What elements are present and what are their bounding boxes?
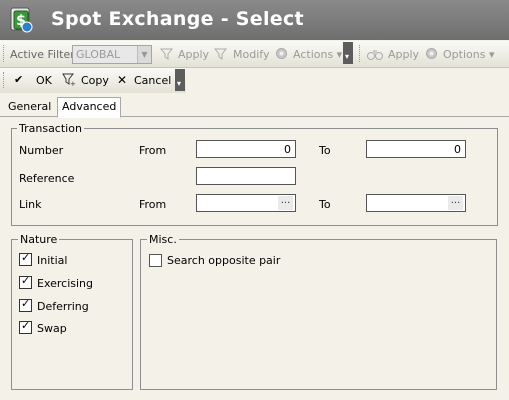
number-to-label: To bbox=[319, 144, 331, 157]
modify-filter-button[interactable]: Modify bbox=[233, 48, 269, 61]
svg-text:+: + bbox=[70, 80, 76, 87]
number-label: Number bbox=[19, 144, 64, 157]
gear-icon bbox=[276, 48, 287, 59]
deferring-checkbox[interactable]: ✓ bbox=[19, 297, 32, 312]
initial-label: Initial bbox=[37, 254, 68, 267]
number-from-label: From bbox=[139, 144, 167, 157]
active-filter-value: GLOBAL bbox=[76, 48, 121, 61]
check-icon: ✓ bbox=[21, 297, 31, 310]
toolbar-overflow-button[interactable]: ▾ bbox=[343, 42, 353, 64]
filter-apply-icon bbox=[160, 48, 174, 60]
nature-legend: Nature bbox=[18, 233, 60, 246]
copy-filter-icon: + bbox=[62, 73, 76, 87]
filter-modify-icon bbox=[214, 48, 228, 60]
actions-label: Actions bbox=[293, 48, 334, 61]
exercising-label: Exercising bbox=[37, 277, 94, 290]
apply-filter-button[interactable]: Apply bbox=[178, 48, 209, 61]
close-icon: ✕ bbox=[117, 73, 128, 87]
toolbar-grip[interactable] bbox=[3, 72, 7, 88]
search-opposite-checkbox[interactable] bbox=[149, 254, 162, 267]
link-to-input[interactable]: ... bbox=[366, 194, 466, 212]
tab-general[interactable]: General bbox=[4, 98, 55, 115]
check-icon: ✓ bbox=[21, 319, 31, 332]
number-from-value: 0 bbox=[284, 143, 291, 156]
swap-label: Swap bbox=[37, 322, 67, 335]
link-from-input[interactable]: ... bbox=[196, 194, 296, 212]
active-filter-select[interactable]: GLOBAL ▼ bbox=[72, 45, 152, 64]
misc-legend: Misc. bbox=[147, 233, 179, 246]
search-opposite-label: Search opposite pair bbox=[167, 254, 281, 267]
deferring-label: Deferring bbox=[37, 300, 89, 313]
ellipsis-button[interactable]: ... bbox=[448, 196, 463, 210]
binoculars-icon bbox=[367, 50, 383, 60]
toolbar-grip[interactable] bbox=[359, 45, 363, 62]
copy-button[interactable]: Copy bbox=[81, 74, 109, 87]
number-to-input[interactable]: 0 bbox=[366, 140, 466, 158]
number-to-value: 0 bbox=[454, 143, 461, 156]
reference-input[interactable] bbox=[196, 167, 296, 185]
toolbar-grip[interactable] bbox=[3, 45, 7, 62]
link-to-label: To bbox=[319, 198, 331, 211]
app-dollar-icon: $ bbox=[10, 7, 33, 33]
active-filter-label: Active Filter bbox=[10, 48, 75, 61]
swap-checkbox[interactable]: ✓ bbox=[19, 319, 32, 334]
options-gear-icon bbox=[426, 48, 437, 59]
window-title: Spot Exchange - Select bbox=[51, 8, 304, 30]
filter-toolbar: Active Filter GLOBAL ▼ Apply Modify Acti… bbox=[0, 41, 509, 68]
check-icon: ✓ bbox=[21, 251, 31, 264]
link-from-label: From bbox=[139, 198, 167, 211]
cancel-button[interactable]: Cancel bbox=[134, 74, 171, 87]
transaction-legend: Transaction bbox=[17, 122, 84, 135]
link-label: Link bbox=[19, 198, 42, 211]
options-label: Options bbox=[443, 48, 486, 61]
reference-label: Reference bbox=[19, 172, 75, 185]
tab-strip: General Advanced bbox=[0, 96, 509, 118]
number-from-input[interactable]: 0 bbox=[196, 140, 296, 158]
check-icon: ✓ bbox=[21, 274, 31, 287]
action-toolbar: ✔ OK + Copy ✕ Cancel ▾ bbox=[0, 68, 186, 93]
title-bar: $ Spot Exchange - Select bbox=[0, 0, 509, 40]
check-icon: ✔ bbox=[14, 73, 24, 86]
tab-advanced[interactable]: Advanced bbox=[57, 97, 122, 118]
options-menu-button[interactable]: Options ▾ bbox=[443, 48, 494, 61]
apply-search-button[interactable]: Apply bbox=[388, 48, 419, 61]
actions-menu-button[interactable]: Actions ▾ bbox=[293, 48, 342, 61]
toolbar-overflow-button[interactable]: ▾ bbox=[175, 69, 185, 91]
exercising-checkbox[interactable]: ✓ bbox=[19, 274, 32, 289]
ok-button[interactable]: OK bbox=[36, 74, 52, 87]
initial-checkbox[interactable]: ✓ bbox=[19, 251, 32, 266]
ellipsis-button[interactable]: ... bbox=[278, 196, 293, 210]
chevron-down-icon: ▼ bbox=[137, 46, 151, 63]
